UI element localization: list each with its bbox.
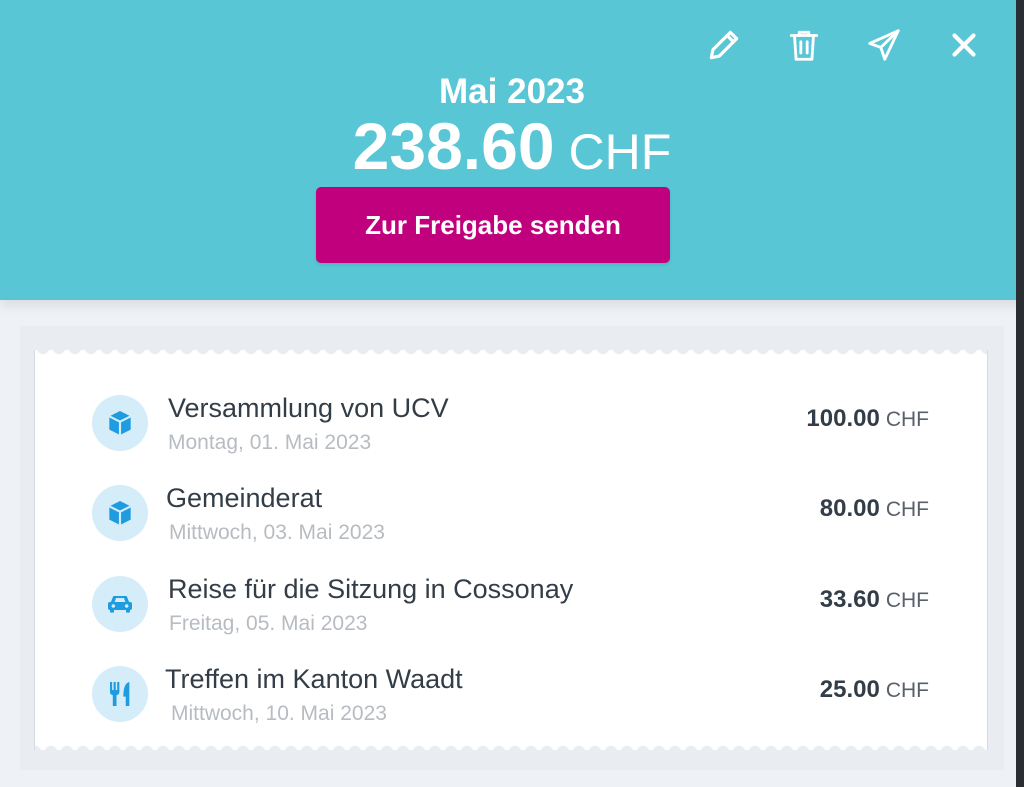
expense-title: Treffen im Kanton Waadt [165,664,463,694]
receipt-edge-top [35,348,987,358]
expense-amount: 25.00 CHF [820,676,929,704]
amount-currency: CHF [885,589,929,612]
expense-receipt: Versammlung von UCV Montag, 01. Mai 2023… [34,348,988,752]
amount-value: 80.00 [819,495,880,522]
amount-value: 100.00 [806,405,880,432]
box-icon [108,501,132,525]
expense-title: Reise für die Sitzung in Cossonay [168,574,574,604]
amount-value: 33.60 [819,586,880,613]
trash-icon [789,30,819,61]
expense-date: Freitag, 05. Mai 2023 [169,612,368,635]
amount-currency: CHF [885,679,929,702]
total-amount: 238.60 [352,109,555,183]
fork-knife-icon [110,682,130,706]
total: 238.60 CHF [0,108,1024,184]
header: Mai 2023 238.60 CHF Zur Freigabe senden [0,0,1024,300]
close-icon [952,33,976,57]
expense-date: Mittwoch, 10. Mai 2023 [171,702,387,725]
amount-value: 25.00 [819,676,880,703]
send-button[interactable] [864,24,904,66]
expense-amount: 100.00 CHF [806,405,929,433]
expense-row[interactable]: Gemeinderat Mittwoch, 03. Mai 2023 80.00… [35,470,987,550]
expense-title: Versammlung von UCV [168,393,449,423]
period-title: Mai 2023 [439,72,585,111]
expense-date: Mittwoch, 03. Mai 2023 [169,521,385,544]
expense-date: Montag, 01. Mai 2023 [168,431,372,454]
pencil-icon [709,30,739,60]
receipt-edge-bottom [35,742,987,752]
expense-category-icon [92,395,148,451]
edit-button[interactable] [704,24,744,66]
send-icon [868,29,900,61]
expense-category-icon [92,576,148,632]
expense-amount: 80.00 CHF [820,495,929,523]
expense-category-icon [92,485,148,541]
expense-title: Gemeinderat [166,483,323,513]
car-icon [108,596,132,613]
close-button[interactable] [944,24,984,66]
expense-row[interactable]: Reise für die Sitzung in Cossonay Freita… [35,561,987,641]
submit-for-approval-button[interactable]: Zur Freigabe senden [316,187,670,263]
expense-row[interactable]: Versammlung von UCV Montag, 01. Mai 2023… [35,380,987,460]
expense-row[interactable]: Treffen im Kanton Waadt Mittwoch, 10. Ma… [35,651,987,731]
delete-button[interactable] [784,24,824,66]
total-currency: CHF [568,124,672,180]
box-icon [108,411,132,435]
expense-amount: 33.60 CHF [820,586,929,614]
window-edge [1016,0,1024,787]
amount-currency: CHF [885,498,929,521]
expense-category-icon [92,666,148,722]
amount-currency: CHF [885,408,929,431]
toolbar [704,24,984,66]
